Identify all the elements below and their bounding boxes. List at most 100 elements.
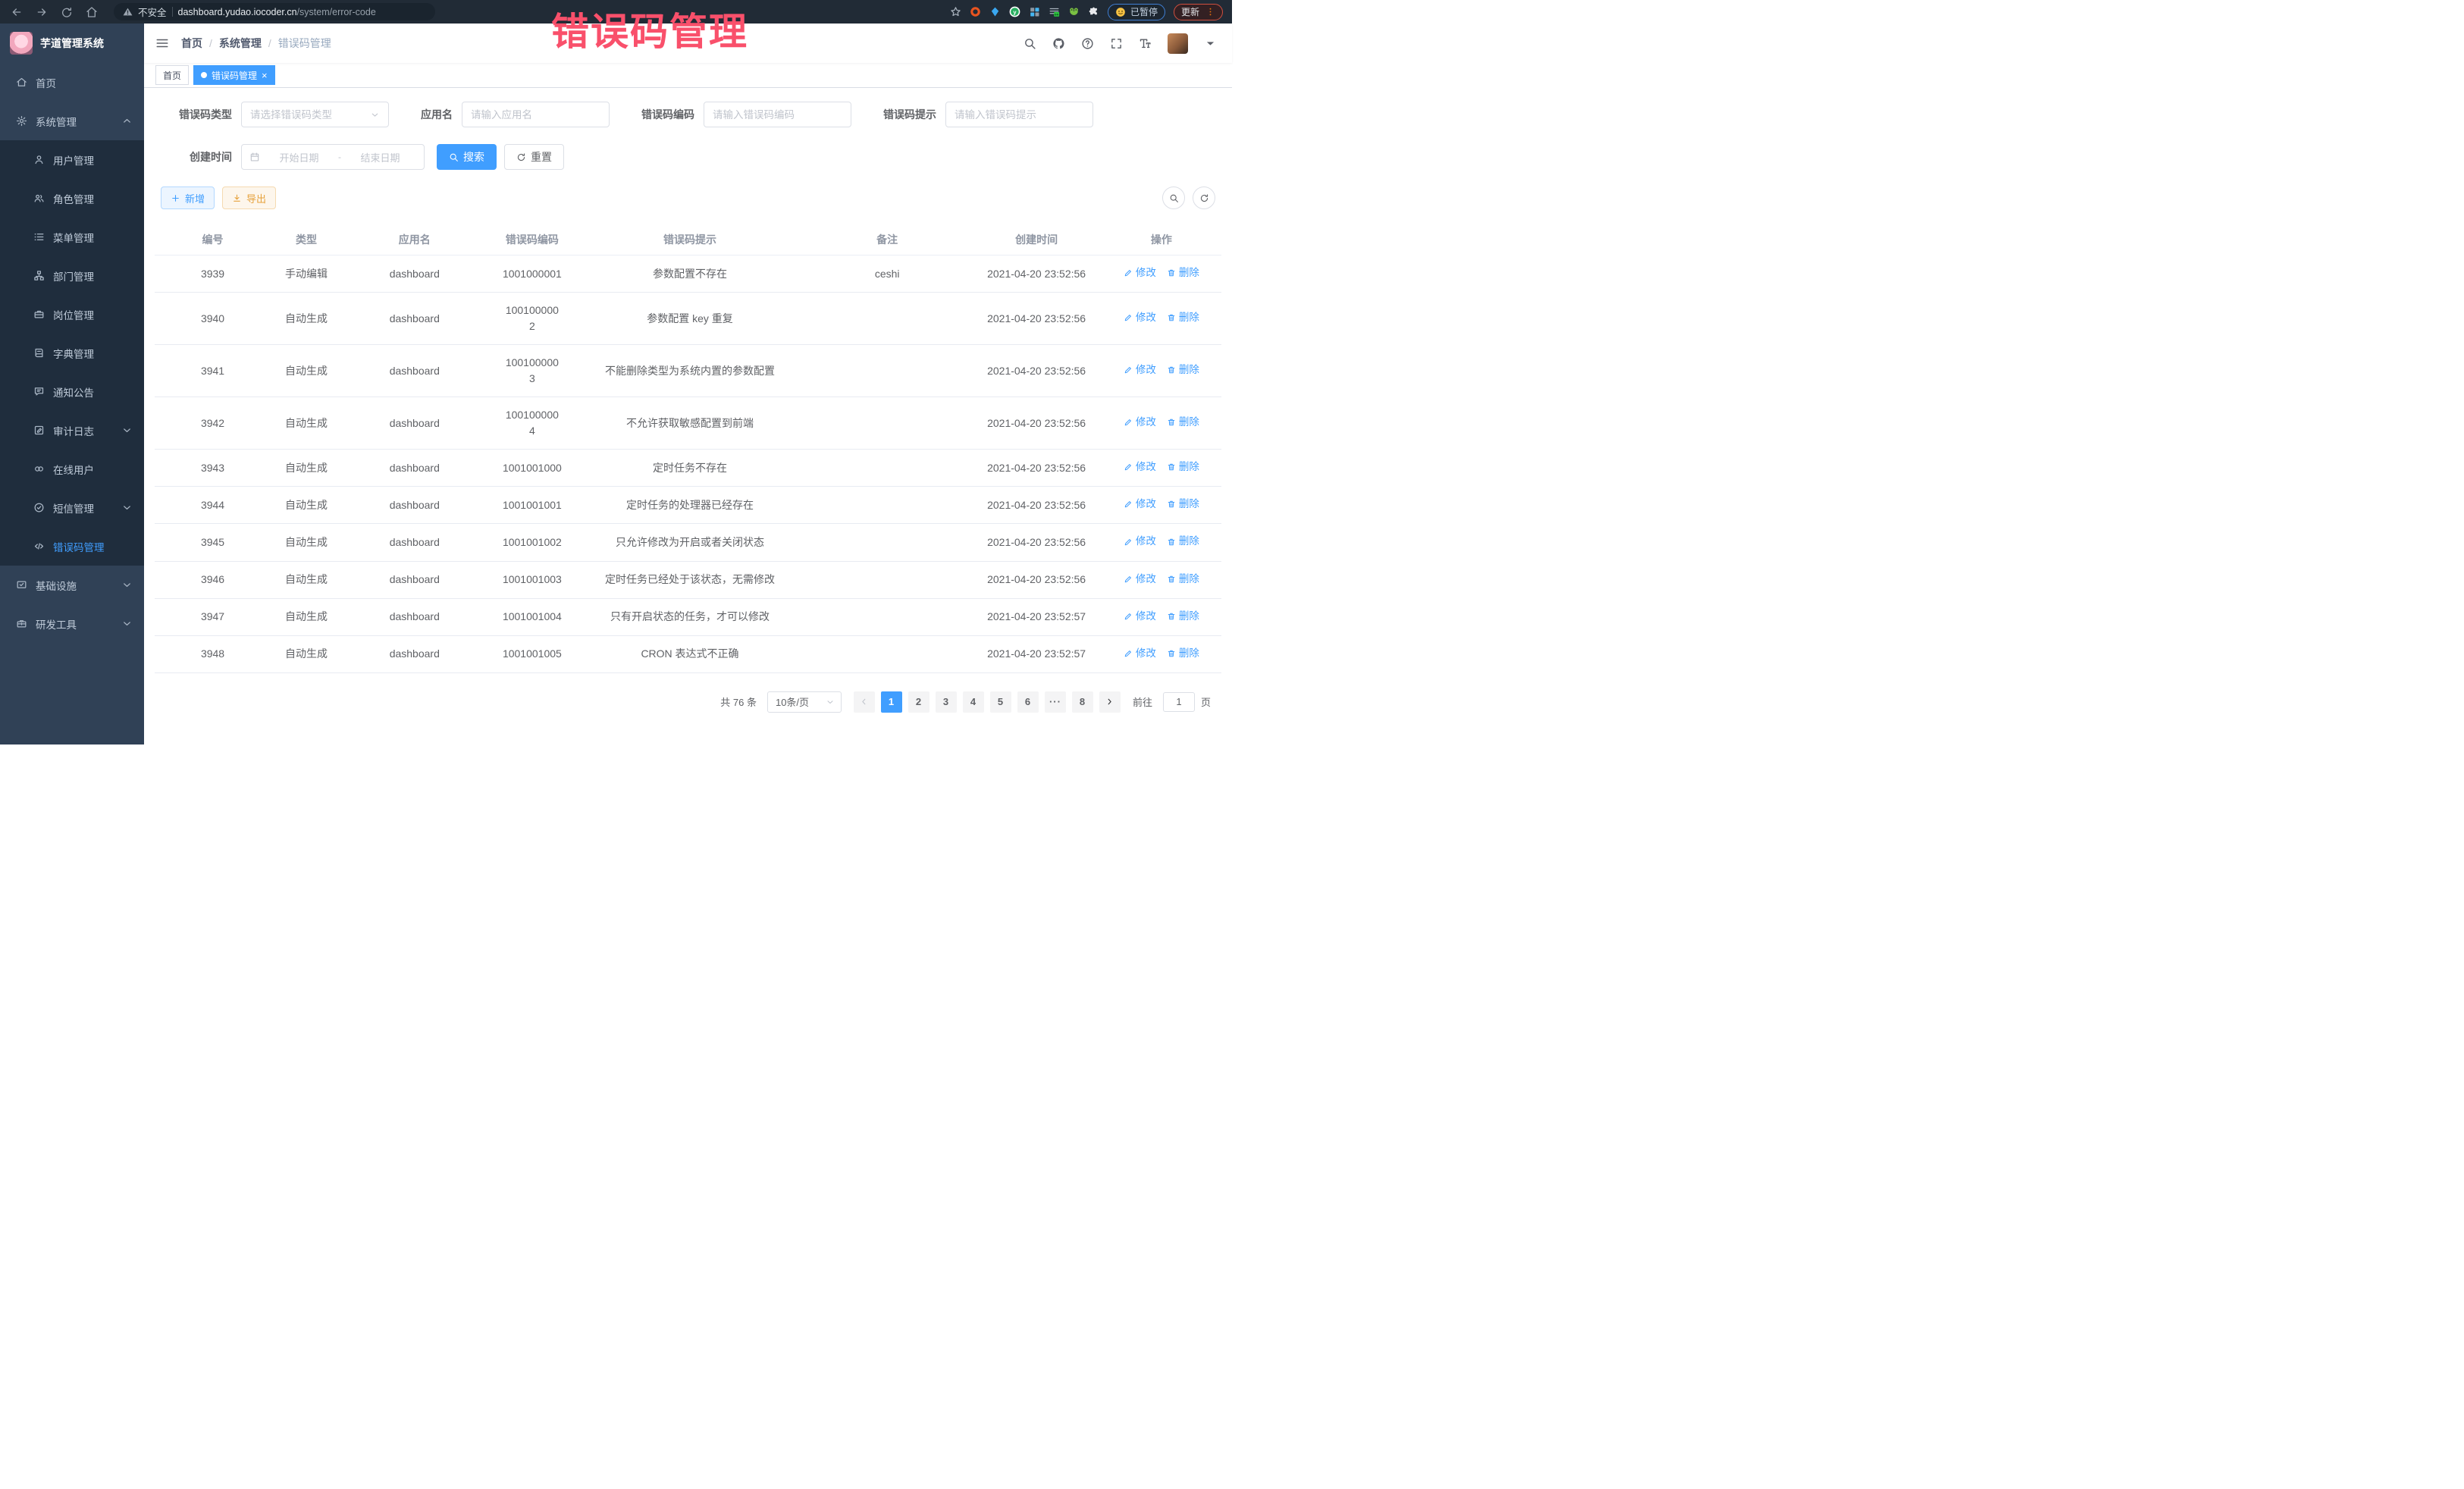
browser-home-icon[interactable] [86,6,98,18]
delete-link[interactable]: 删除 [1167,265,1199,281]
browser-update-button[interactable]: 更新 [1174,4,1223,20]
view-tab[interactable]: 首页 [155,65,189,85]
column-header[interactable]: 错误码提示 [577,224,803,255]
user-avatar[interactable] [1168,33,1188,54]
extension-list-on-icon[interactable]: on [1049,6,1060,17]
sidebar-menu-item[interactable]: 字典管理 [0,334,144,372]
edit-link[interactable]: 修改 [1124,265,1156,281]
table-row[interactable]: 3940 自动生成 dashboard 100100000 2 参数配置 key… [155,293,1221,345]
sidebar-menu-item[interactable]: 通知公告 [0,372,144,411]
kebab-menu-icon[interactable] [1205,7,1215,17]
page-button[interactable]: 2 [908,691,929,713]
table-row[interactable]: 3942 自动生成 dashboard 100100000 4 不允许获取敏感配… [155,397,1221,450]
sidebar-menu-item[interactable]: 用户管理 [0,140,144,179]
sidebar-menu-item[interactable]: 研发工具 [0,604,144,643]
sidebar-menu-item[interactable]: 首页 [0,63,144,102]
caret-down-icon[interactable] [1204,37,1217,50]
sidebar-menu-item[interactable]: 菜单管理 [0,218,144,256]
breadcrumb-item[interactable]: 首页 [181,36,202,51]
extension-y-icon[interactable]: y [1009,6,1020,17]
table-row[interactable]: 3941 自动生成 dashboard 100100000 3 不能删除类型为系… [155,345,1221,397]
view-tab[interactable]: 错误码管理 × [193,65,275,85]
filter-input-field[interactable] [250,109,370,121]
filter-input[interactable] [241,102,389,127]
address-bar[interactable]: 不安全 dashboard.yudao.iocoder.cn/system/er… [114,3,435,20]
breadcrumb-item[interactable]: 系统管理 [219,36,262,51]
delete-link[interactable]: 删除 [1167,497,1199,512]
delete-link[interactable]: 删除 [1167,534,1199,549]
table-row[interactable]: 3947 自动生成 dashboard 1001001004 只有开启状态的任务… [155,598,1221,635]
delete-link[interactable]: 删除 [1167,362,1199,378]
filter-input-field[interactable] [713,109,842,121]
search-icon[interactable] [1024,37,1036,50]
help-icon[interactable] [1081,37,1094,50]
filter-input-field[interactable] [955,109,1084,121]
date-start-input[interactable]: 开始日期 [263,150,335,165]
edit-link[interactable]: 修改 [1124,310,1156,325]
sidebar-menu-item[interactable]: 错误码管理 [0,527,144,566]
browser-back-icon[interactable] [11,6,23,18]
font-size-icon[interactable] [1139,37,1152,50]
extension-orange-ring-icon[interactable] [970,6,981,17]
browser-forward-icon[interactable] [36,6,48,18]
goto-page-input[interactable] [1163,692,1195,712]
page-button[interactable]: 5 [990,691,1011,713]
table-row[interactable]: 3945 自动生成 dashboard 1001001002 只允许修改为开启或… [155,524,1221,561]
profile-paused-chip[interactable]: 已暂停 [1108,4,1165,20]
sidebar-menu-item[interactable]: 在线用户 [0,450,144,488]
page-button[interactable]: 4 [963,691,984,713]
export-button[interactable]: 导出 [222,187,276,209]
sidebar-menu-item[interactable]: 岗位管理 [0,295,144,334]
browser-reload-icon[interactable] [61,6,73,18]
hamburger-icon[interactable] [155,36,169,50]
app-logo[interactable]: 芋道管理系统 [0,24,144,63]
filter-input[interactable] [945,102,1093,127]
date-range-picker[interactable]: 开始日期 - 结束日期 [241,144,425,170]
delete-link[interactable]: 删除 [1167,459,1199,475]
breadcrumb-item[interactable]: 错误码管理 [278,36,331,51]
sidebar-menu-item[interactable]: 审计日志 [0,411,144,450]
table-row[interactable]: 3944 自动生成 dashboard 1001001001 定时任务的处理器已… [155,487,1221,524]
page-button[interactable]: 1 [881,691,902,713]
filter-input-field[interactable] [471,109,600,121]
delete-link[interactable]: 删除 [1167,609,1199,624]
edit-link[interactable]: 修改 [1124,534,1156,549]
github-icon[interactable] [1052,37,1065,50]
delete-link[interactable]: 删除 [1167,572,1199,587]
page-button[interactable]: 6 [1017,691,1039,713]
edit-link[interactable]: 修改 [1124,646,1156,661]
page-button[interactable]: ··· [1045,691,1066,713]
table-row[interactable]: 3946 自动生成 dashboard 1001001003 定时任务已经处于该… [155,561,1221,598]
extension-grid-icon[interactable] [1029,6,1040,17]
delete-link[interactable]: 删除 [1167,646,1199,661]
filter-input[interactable] [462,102,610,127]
table-row[interactable]: 3948 自动生成 dashboard 1001001005 CRON 表达式不… [155,635,1221,672]
fullscreen-icon[interactable] [1110,37,1123,50]
column-header[interactable]: 类型 [271,224,342,255]
edit-link[interactable]: 修改 [1124,415,1156,430]
table-row[interactable]: 3943 自动生成 dashboard 1001001000 定时任务不存在 2… [155,450,1221,487]
edit-link[interactable]: 修改 [1124,609,1156,624]
table-row[interactable]: 3939 手动编辑 dashboard 1001000001 参数配置不存在 c… [155,255,1221,293]
date-end-input[interactable]: 结束日期 [344,150,416,165]
tab-close-icon[interactable]: × [262,71,268,80]
prev-page-button[interactable] [854,691,875,713]
bookmark-star-icon[interactable] [950,6,961,17]
column-header[interactable]: 错误码编码 [487,224,577,255]
delete-link[interactable]: 删除 [1167,310,1199,325]
next-page-button[interactable] [1099,691,1121,713]
reset-button[interactable]: 重置 [504,144,564,170]
search-button[interactable]: 搜索 [437,144,497,170]
column-header[interactable]: 创建时间 [971,224,1101,255]
page-button[interactable]: 3 [936,691,957,713]
sidebar-menu-item[interactable]: 短信管理 [0,488,144,527]
add-button[interactable]: 新增 [161,187,215,209]
page-size-select[interactable]: 10条/页 [767,691,842,713]
show-search-button[interactable] [1162,187,1185,209]
column-header[interactable]: 编号 [155,224,271,255]
column-header[interactable]: 操作 [1102,224,1221,255]
extensions-puzzle-icon[interactable] [1088,6,1099,17]
column-header[interactable]: 备注 [803,224,971,255]
extension-gem-icon[interactable] [989,6,1001,17]
extension-frog-icon[interactable] [1068,6,1080,17]
